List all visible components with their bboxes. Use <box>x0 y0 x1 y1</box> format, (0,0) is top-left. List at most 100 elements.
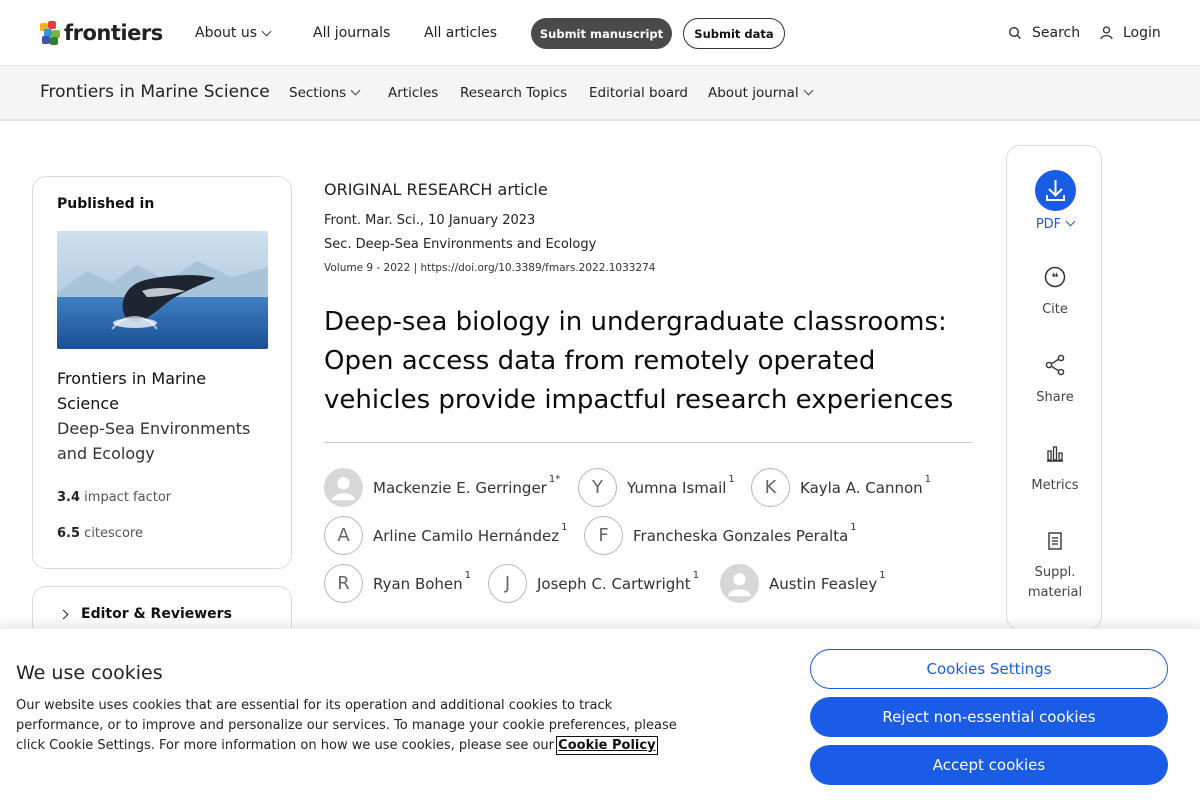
nav-all-journals-label: All journals <box>313 25 391 41</box>
author-affiliation: 1 <box>692 569 700 581</box>
author-item[interactable]: J Joseph C. Cartwright 1 <box>488 564 699 603</box>
author-affiliation: 1 <box>561 521 568 533</box>
author-affiliation: 1 <box>464 569 472 581</box>
quote-icon: ❝ <box>1044 266 1066 288</box>
share-label: Share <box>1036 390 1074 405</box>
share-button[interactable]: Share <box>1007 354 1103 405</box>
published-in-card: Published in Frontiers in Marine Science… <box>32 176 292 569</box>
frontiers-logo-icon <box>40 21 60 45</box>
article-type: ORIGINAL RESEARCH article <box>324 180 548 199</box>
share-icon <box>1045 354 1065 376</box>
journal-nav-research-topics-label: Research Topics <box>460 84 568 101</box>
article-section[interactable]: Sec. Deep-Sea Environments and Ecology <box>324 237 596 252</box>
download-icon <box>1035 170 1076 211</box>
author-name: Joseph C. Cartwright <box>537 574 691 593</box>
author-name: Francheska Gonzales Peralta <box>633 526 849 545</box>
submit-data-button[interactable]: Submit data <box>683 18 785 49</box>
bar-chart-icon <box>1047 446 1063 462</box>
author-avatar: J <box>488 564 527 603</box>
login-link[interactable]: Login <box>1100 0 1161 66</box>
document-icon <box>1048 532 1062 550</box>
nav-all-journals[interactable]: All journals <box>313 0 390 66</box>
frontiers-logo[interactable]: frontiers <box>40 20 163 46</box>
journal-nav-about-journal-label: About journal <box>708 84 799 101</box>
author-item[interactable]: Y Yumna Ismail 1 <box>578 468 735 507</box>
editor-reviewers-label: Editor & Reviewers <box>81 606 232 622</box>
journal-nav-articles-label: Articles <box>388 84 439 101</box>
citescore: 6.5 citescore <box>57 526 143 541</box>
author-avatar: K <box>751 468 790 507</box>
journal-nav-articles[interactable]: Articles <box>388 66 438 119</box>
author-name: Yumna Ismail <box>627 478 727 497</box>
impact-factor: 3.4 impact factor <box>57 490 171 505</box>
journal-cover-image[interactable] <box>57 231 268 349</box>
suppl-label: Suppl. material <box>1027 565 1083 600</box>
cookies-settings-button[interactable]: Cookies Settings <box>810 649 1168 689</box>
author-name: Ryan Bohen <box>373 574 463 593</box>
chevron-down-icon <box>261 26 272 36</box>
author-item[interactable]: A Arline Camilo Hernández 1 <box>324 516 567 555</box>
author-avatar <box>720 564 759 603</box>
pdf-label: PDF <box>1035 217 1062 232</box>
chevron-down-icon <box>1065 216 1076 227</box>
search-icon <box>1008 26 1021 39</box>
cookie-text: Our website uses cookies that are essent… <box>16 696 686 756</box>
nav-all-articles-label: All articles <box>424 25 498 41</box>
chevron-right-icon <box>58 609 69 620</box>
author-name: Austin Feasley <box>769 574 878 593</box>
sidebar-section-name[interactable]: Deep-Sea Environments and Ecology <box>57 416 272 466</box>
journal-bar: Frontiers in Marine Science Sections Art… <box>0 66 1200 121</box>
article-title: Deep-sea biology in undergraduate classr… <box>324 307 954 415</box>
supplementary-material-button[interactable]: Suppl. material <box>1007 530 1103 603</box>
author-affiliation: 1 <box>850 521 857 533</box>
chevron-down-icon <box>803 85 814 96</box>
citescore-value: 6.5 <box>57 526 81 541</box>
author-affiliation: 1 <box>879 569 886 581</box>
article-actions-panel: PDF ❝ Cite Share Metrics Suppl. material <box>1006 145 1102 630</box>
published-in-label: Published in <box>57 196 155 212</box>
metrics-label: Metrics <box>1031 478 1079 493</box>
author-name: Arline Camilo Hernández <box>373 526 560 545</box>
cite-label: Cite <box>1042 302 1068 317</box>
sidebar-journal-name[interactable]: Frontiers in Marine Science <box>57 366 272 416</box>
journal-nav-editorial-board-label: Editorial board <box>589 84 689 101</box>
cite-button[interactable]: ❝ Cite <box>1007 266 1103 317</box>
author-avatar: F <box>584 516 623 555</box>
impact-factor-value: 3.4 <box>57 490 81 505</box>
journal-nav-editorial-board[interactable]: Editorial board <box>589 66 688 119</box>
user-icon <box>1100 26 1113 40</box>
author-item[interactable]: Mackenzie E. Gerringer 1* <box>324 468 560 507</box>
author-item[interactable]: R Ryan Bohen 1 <box>324 564 471 603</box>
article-journal-date: Front. Mar. Sci., 10 January 2023 <box>324 213 536 228</box>
author-avatar: R <box>324 564 363 603</box>
cookie-heading: We use cookies <box>16 662 163 684</box>
author-item[interactable]: Austin Feasley 1 <box>720 564 886 603</box>
author-affiliation: 1 <box>728 473 735 485</box>
svg-text:❝: ❝ <box>1051 271 1058 285</box>
author-avatar: Y <box>578 468 617 507</box>
submit-manuscript-button[interactable]: Submit manuscript <box>531 18 672 49</box>
nav-about-us[interactable]: About us <box>195 0 272 66</box>
login-label: Login <box>1123 25 1161 41</box>
journal-nav-sections[interactable]: Sections <box>289 66 361 119</box>
author-item[interactable]: F Francheska Gonzales Peralta 1 <box>584 516 857 555</box>
cookie-banner: We use cookies Our website uses cookies … <box>0 628 1200 800</box>
reject-cookies-button[interactable]: Reject non-essential cookies <box>810 697 1168 737</box>
accept-cookies-button[interactable]: Accept cookies <box>810 745 1168 785</box>
nav-all-articles[interactable]: All articles <box>424 0 497 66</box>
citescore-label: citescore <box>84 526 143 541</box>
journal-nav-research-topics[interactable]: Research Topics <box>460 66 567 119</box>
chevron-down-icon <box>350 85 361 96</box>
divider <box>324 442 973 443</box>
search-link[interactable]: Search <box>1008 0 1080 66</box>
journal-title-link[interactable]: Frontiers in Marine Science <box>40 82 270 102</box>
article-volume-doi[interactable]: Volume 9 - 2022 | https://doi.org/10.338… <box>324 262 655 274</box>
journal-nav-about-journal[interactable]: About journal <box>708 66 814 119</box>
logo-text: frontiers <box>64 21 163 45</box>
site-header: frontiers About us All journals All arti… <box>0 0 1200 66</box>
metrics-button[interactable]: Metrics <box>1007 442 1103 493</box>
cookie-policy-link[interactable]: Cookie Policy <box>556 736 658 755</box>
author-avatar <box>324 468 363 507</box>
author-item[interactable]: K Kayla A. Cannon 1 <box>751 468 931 507</box>
nav-about-us-label: About us <box>195 25 258 41</box>
